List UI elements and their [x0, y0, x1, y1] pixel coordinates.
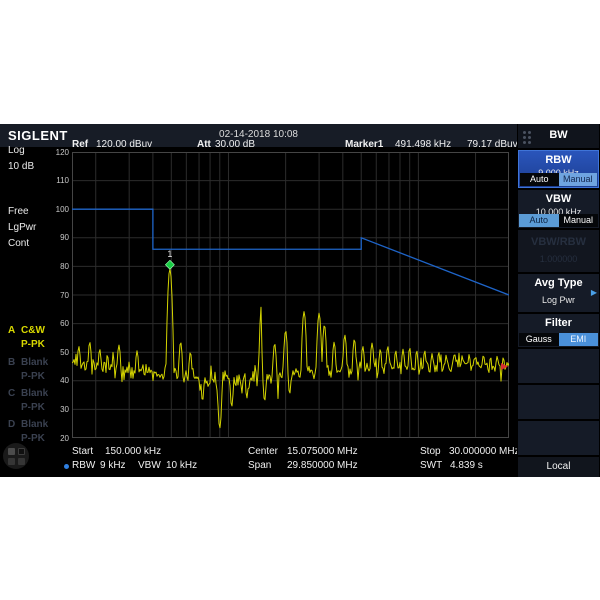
filter-gauss-toggle[interactable]: Gauss	[519, 333, 559, 346]
center-value: 15.075000 MHz	[287, 446, 358, 457]
trace-b-detector: P-PK	[21, 371, 45, 382]
trace-d-id: D	[8, 419, 15, 430]
avg-type-value: Log Pwr	[518, 289, 599, 305]
app-grid-square-icon	[18, 458, 25, 465]
screenshot-page: SIGLENT 02-14-2018 10:08 Ref 120.00 dBuv…	[0, 0, 600, 600]
ref-value: 120.00 dBuv	[96, 139, 152, 150]
y-axis-tick: 60	[47, 319, 69, 328]
y-axis-tick: 50	[47, 348, 69, 357]
filter-emi-toggle[interactable]: EMI	[559, 333, 599, 346]
rbw-title: RBW	[519, 151, 598, 166]
app-grid-icon[interactable]	[3, 443, 29, 469]
ref-label: Ref	[72, 139, 88, 150]
trace-d-mode: Blank	[21, 419, 48, 430]
empty-menu-slot	[518, 421, 599, 455]
empty-menu-slot	[518, 349, 599, 383]
trace-a-mode: C&W	[21, 325, 45, 336]
vbw-rbw-value: 1.000000	[518, 248, 599, 264]
y-axis-tick: 100	[47, 205, 69, 214]
vbw-auto-toggle[interactable]: Auto	[519, 214, 559, 227]
local-button[interactable]: Local	[518, 457, 599, 477]
rbw-button[interactable]: RBW 9.000 kHz Auto Manual	[518, 150, 599, 188]
center-label: Center	[248, 446, 278, 457]
empty-menu-slot	[518, 385, 599, 419]
stop-label: Stop	[420, 446, 441, 457]
marker-1-label: 1	[167, 249, 172, 259]
filter-button[interactable]: Filter Gauss EMI	[518, 314, 599, 347]
att-value: 30.00 dB	[215, 139, 255, 150]
filter-title: Filter	[518, 314, 599, 329]
menu-grip-icon	[523, 131, 526, 134]
trace-b-id: B	[8, 357, 15, 368]
swt-value: 4.839 s	[450, 460, 483, 471]
vbw-label: VBW	[138, 460, 161, 471]
analyzer-screen: SIGLENT 02-14-2018 10:08 Ref 120.00 dBuv…	[0, 124, 600, 477]
marker-amp: 79.17 dBuv	[467, 139, 518, 150]
trace-a-detector: P-PK	[21, 339, 45, 350]
vbw-rbw-button-disabled: VBW/RBW 1.000000	[518, 230, 599, 272]
y-axis-tick: 80	[47, 262, 69, 271]
plot-grid	[72, 152, 509, 438]
app-grid-square-icon	[8, 448, 15, 455]
vbw-manual-toggle[interactable]: Manual	[559, 214, 599, 227]
app-grid-square-icon	[18, 448, 25, 455]
avg-type-button[interactable]: Avg Type Log Pwr ▶	[518, 274, 599, 312]
vbw-button[interactable]: VBW 10.000 kHz Auto Manual	[518, 190, 599, 228]
soft-menu: BW RBW 9.000 kHz Auto Manual VBW 10.000 …	[517, 124, 600, 477]
app-grid-square-icon	[8, 458, 15, 465]
marker-1-diamond-icon[interactable]	[165, 260, 174, 269]
avg-type-title: Avg Type	[518, 274, 599, 289]
local-label: Local	[518, 457, 599, 472]
y-axis-tick: 120	[47, 148, 69, 157]
y-axis-tick: 30	[47, 405, 69, 414]
vbw-value: 10 kHz	[166, 460, 197, 471]
rbw-auto-toggle[interactable]: Auto	[520, 173, 559, 186]
trace-c-mode: Blank	[21, 388, 48, 399]
scale-type-label: Log	[8, 145, 25, 156]
menu-title-bw: BW	[518, 124, 599, 148]
swt-label: SWT	[420, 460, 442, 471]
y-axis-tick: 40	[47, 376, 69, 385]
marker-freq: 491.498 kHz	[395, 139, 451, 150]
trace-c-detector: P-PK	[21, 402, 45, 413]
rbw-label: RBW	[72, 460, 95, 471]
trace-a-line	[72, 269, 509, 428]
trace-b-mode: Blank	[21, 357, 48, 368]
menu-title-text: BW	[518, 124, 599, 141]
start-label: Start	[72, 446, 93, 457]
trace-a-id: A	[8, 325, 15, 336]
rbw-value: 9 kHz	[100, 460, 126, 471]
span-label: Span	[248, 460, 271, 471]
trigger-label: Free	[8, 206, 29, 217]
marker-label: Marker1	[345, 139, 383, 150]
y-axis-tick: 90	[47, 233, 69, 242]
avg-mode-label: LgPwr	[8, 222, 36, 233]
y-axis-tick: 110	[47, 176, 69, 185]
marker-1[interactable]: 1	[165, 249, 174, 270]
att-label: Att	[197, 139, 211, 150]
trace-d-detector: P-PK	[21, 433, 45, 444]
start-value: 150.000 kHz	[105, 446, 161, 457]
span-value: 29.850000 MHz	[287, 460, 358, 471]
y-axis-tick: 20	[47, 434, 69, 443]
vbw-title: VBW	[518, 190, 599, 205]
sweep-mode-label: Cont	[8, 238, 29, 249]
rbw-manual-toggle[interactable]: Manual	[559, 173, 598, 186]
stop-value: 30.000000 MHz	[449, 446, 520, 457]
y-axis-tick: 70	[47, 291, 69, 300]
trace-c-id: C	[8, 388, 15, 399]
rbw-status-dot-icon	[64, 464, 69, 469]
plot-area[interactable]: 1	[72, 152, 509, 438]
vbw-rbw-title: VBW/RBW	[518, 230, 599, 248]
spectrum-plot: 1	[72, 152, 509, 438]
submenu-arrow-icon: ▶	[591, 288, 597, 297]
scale-step-label: 10 dB	[8, 161, 34, 172]
limit-line	[72, 209, 509, 295]
